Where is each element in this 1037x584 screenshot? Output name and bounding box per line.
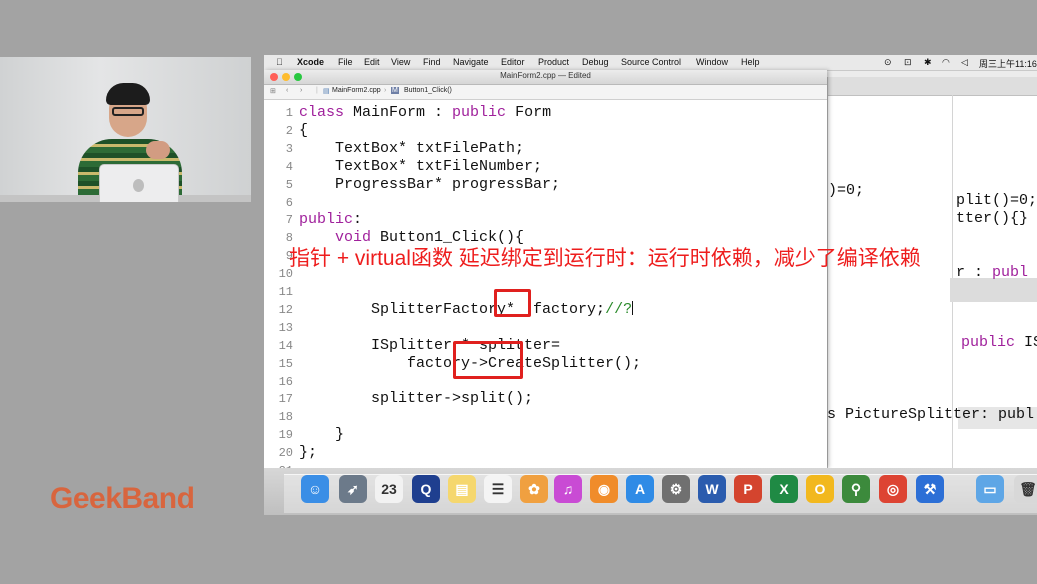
background-code-fragment: s PictureSplitter: publ — [827, 406, 1035, 423]
window-title: MainForm2.cpp — Edited — [500, 71, 591, 80]
finder-icon[interactable]: ☺ — [301, 475, 329, 503]
photos-icon[interactable]: ✿ — [520, 475, 548, 503]
background-code-fragment: plit()=0; — [956, 192, 1037, 209]
line-number: 12 — [278, 302, 293, 317]
presenter-webcam-video — [0, 57, 251, 202]
word-icon[interactable]: W — [698, 475, 726, 503]
code-line[interactable]: { — [299, 122, 308, 139]
menubar-clock[interactable]: 周三上午11:16 — [979, 57, 1037, 70]
code-editor[interactable]: 1 class MainForm : public Form 2 {3 TextBox… — [264, 101, 827, 468]
breadcrumb-file[interactable]: MainForm2.cpp — [332, 87, 381, 94]
related-items-icon[interactable]: ⊞ — [270, 87, 276, 95]
downloads-folder-icon[interactable]: ▭ — [976, 475, 1004, 503]
menu-product[interactable]: Product — [538, 57, 569, 67]
menu-app-name[interactable]: Xcode — [297, 57, 324, 67]
code-line[interactable]: SplitterFactory* factory;//? — [299, 300, 634, 318]
chrome-icon[interactable]: ◎ — [879, 475, 907, 503]
wifi-icon[interactable]: ◠ — [942, 57, 950, 68]
apple-icon[interactable]:  — [276, 57, 283, 67]
itunes-icon[interactable]: ♫ — [554, 475, 582, 503]
menu-debug[interactable]: Debug — [582, 57, 609, 67]
code-line[interactable]: TextBox* txtFilePath; — [299, 140, 524, 157]
menu-help[interactable]: Help — [741, 57, 760, 67]
outlook-icon[interactable]: O — [806, 475, 834, 503]
powerpoint-icon[interactable]: P — [734, 475, 762, 503]
menu-view[interactable]: View — [391, 57, 410, 67]
excel-icon[interactable]: X — [770, 475, 798, 503]
line-number: 1 — [285, 106, 293, 120]
presenter-hand — [146, 141, 170, 159]
line-number: 3 — [285, 141, 293, 156]
chevron-right-icon: › — [384, 87, 387, 94]
xcode-icon[interactable]: ⚒ — [916, 475, 944, 503]
menu-editor[interactable]: Editor — [501, 57, 525, 67]
code-line[interactable]: } — [299, 426, 344, 443]
background-code-fragment: public IS — [961, 334, 1037, 351]
back-arrow-icon[interactable]: ‹ — [286, 87, 288, 94]
method-icon: M — [391, 87, 399, 94]
line-number: 6 — [285, 195, 293, 210]
menu-source-control[interactable]: Source Control — [621, 57, 681, 67]
system-preferences-icon[interactable]: ⚙ — [662, 475, 690, 503]
line-number: 7 — [285, 213, 293, 228]
presenter-laptop — [100, 165, 178, 202]
line-number: 4 — [285, 159, 293, 174]
background-code-fragment: )=0; — [828, 182, 865, 199]
jumpbar-separator: | — [316, 87, 318, 94]
display-icon[interactable]: ⊡ — [904, 57, 912, 68]
menu-window[interactable]: Window — [696, 57, 728, 67]
mac-screen:  Xcode File Edit View Find Navigate Edi… — [264, 55, 1037, 515]
network-icon[interactable]: ⚲ — [842, 475, 870, 503]
background-code-fragment: tter(){} — [956, 210, 1029, 227]
code-line[interactable]: ProgressBar* progressBar; — [299, 176, 560, 193]
line-number: 14 — [278, 338, 293, 353]
menu-file[interactable]: File — [338, 57, 353, 67]
highlight-pointer-box — [494, 289, 531, 317]
menu-edit[interactable]: Edit — [364, 57, 380, 67]
background-window-toolbar — [828, 77, 1037, 96]
reminders-icon[interactable]: ☰ — [484, 475, 512, 503]
presenter-glasses — [112, 107, 144, 116]
calendar-icon[interactable]: 23 — [375, 475, 403, 503]
code-line[interactable]: class MainForm : public Form — [299, 104, 551, 121]
line-number: 17 — [278, 392, 293, 407]
menu-find[interactable]: Find — [423, 57, 441, 67]
line-number: 20 — [278, 446, 293, 461]
code-line[interactable]: }; — [299, 444, 317, 461]
window-titlebar: MainForm2.cpp — Edited — [264, 70, 827, 85]
app-store-icon[interactable]: A — [626, 475, 654, 503]
quicktime-icon[interactable]: Q — [412, 475, 440, 503]
line-number: 13 — [278, 320, 293, 335]
code-line[interactable]: public: — [299, 211, 362, 228]
code-line[interactable]: TextBox* txtFileNumber; — [299, 158, 542, 175]
code-line[interactable]: splitter->split(); — [299, 390, 533, 407]
line-number: 16 — [278, 374, 293, 389]
background-selection-band — [950, 278, 1037, 302]
record-icon[interactable]: ⊙ — [884, 57, 892, 68]
lecture-annotation: 指针 + virtual函数 延迟绑定到运行时：运行时依赖，减少了编译依赖 — [289, 247, 921, 270]
line-number: 5 — [285, 177, 293, 192]
presenter-hair — [106, 83, 150, 105]
bluetooth-icon[interactable]: ✱ — [924, 57, 932, 68]
line-number: 15 — [278, 356, 293, 371]
breadcrumb-method[interactable]: Button1_Click() — [404, 87, 452, 94]
trash-icon[interactable]: 🗑 — [1014, 475, 1037, 503]
line-number: 18 — [278, 410, 293, 425]
ibooks-icon[interactable]: ◉ — [590, 475, 618, 503]
line-number: 19 — [278, 428, 293, 443]
line-number: 2 — [285, 123, 293, 138]
launchpad-icon[interactable]: ➶ — [339, 475, 367, 503]
jump-bar: ⊞ ‹ › | ▤ MainForm2.cpp › M Button1_Clic… — [264, 85, 827, 100]
geekband-logo: GeekBand — [50, 482, 195, 515]
highlight-arrow-box — [453, 341, 523, 379]
notes-icon[interactable]: ▤ — [448, 475, 476, 503]
volume-icon[interactable]: ◁ — [961, 57, 968, 68]
mac-dock: ☺ ➶ 23 Q ▤ ☰ ✿ ♫ ◉ A ⚙ W P X O ⚲ ◎ ⚒ ▭ 🗑 — [264, 468, 1037, 515]
mac-menubar:  Xcode File Edit View Find Navigate Edi… — [264, 55, 1037, 71]
forward-arrow-icon[interactable]: › — [300, 87, 302, 94]
cpp-file-icon: ▤ — [323, 88, 330, 95]
menu-navigate[interactable]: Navigate — [453, 57, 489, 67]
line-number: 11 — [278, 285, 293, 299]
